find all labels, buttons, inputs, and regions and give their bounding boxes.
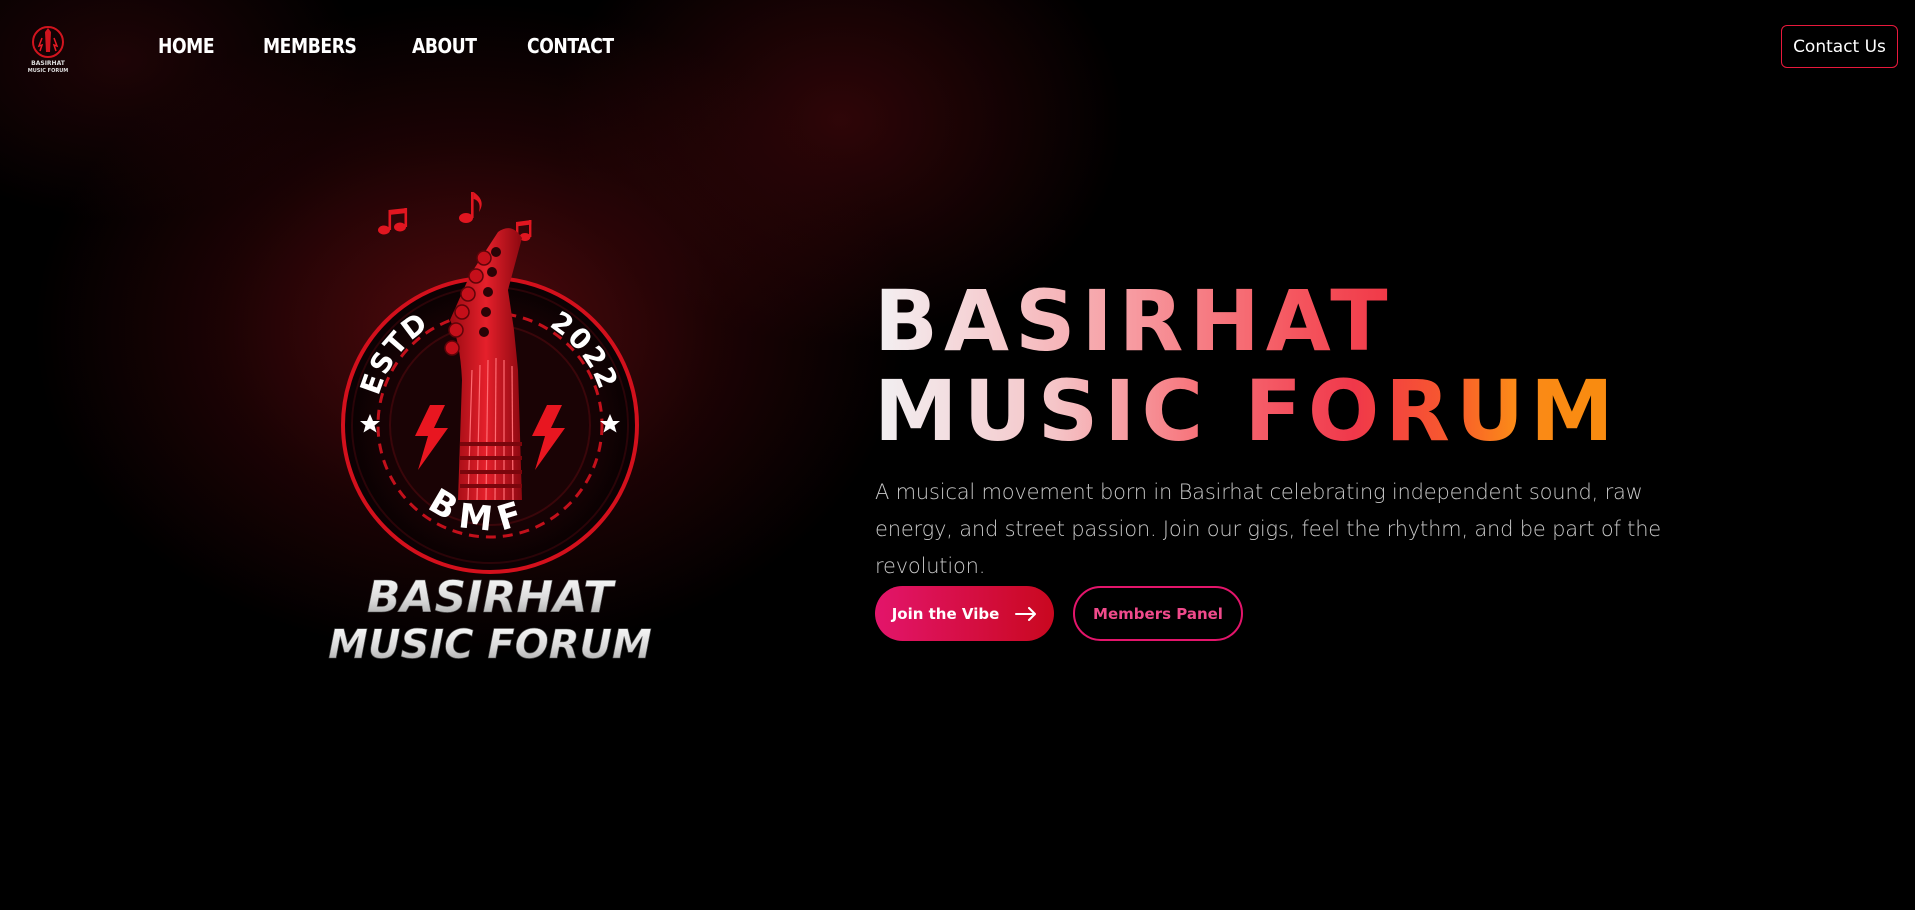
svg-text:BASIRHAT: BASIRHAT <box>31 60 66 67</box>
hero-description: A musical movement born in Basirhat cele… <box>875 480 1662 578</box>
contact-us-button[interactable]: Contact Us <box>1781 25 1898 68</box>
nav-link-home[interactable]: HOME <box>158 34 215 58</box>
join-the-vibe-label: Join the Vibe <box>891 604 1000 623</box>
members-panel-button[interactable]: Members Panel <box>1073 586 1243 641</box>
nav-link-members[interactable]: MEMBERS <box>263 34 357 58</box>
nav-link-contact[interactable]: CONTACT <box>527 34 614 58</box>
svg-text:MUSIC FORUM: MUSIC FORUM <box>28 68 68 74</box>
hero-title-line-1: BASIRHAT <box>874 276 1774 366</box>
hero-title: BASIRHAT MUSIC FORUM <box>874 276 1774 456</box>
nav-links: HOME MEMBERS ABOUT CONTACT <box>158 34 628 58</box>
landing-page: BASIRHAT MUSIC FORUM HOME MEMBERS ABOUT … <box>0 0 1915 910</box>
hero-logo-emblem: ESTD 2022 BMF BASIRHAT MUSIC FORUM <box>328 192 652 668</box>
svg-text:BASIRHAT: BASIRHAT <box>367 572 616 623</box>
join-the-vibe-button[interactable]: Join the Vibe <box>875 586 1054 641</box>
svg-text:MUSIC FORUM: MUSIC FORUM <box>328 622 652 668</box>
nav-link-about[interactable]: ABOUT <box>412 34 477 58</box>
top-nav: BASIRHAT MUSIC FORUM HOME MEMBERS ABOUT … <box>0 0 1915 96</box>
arrow-right-icon <box>1015 606 1037 621</box>
hero-title-line-2: MUSIC FORUM <box>874 366 1774 456</box>
site-logo[interactable]: BASIRHAT MUSIC FORUM <box>26 22 70 74</box>
